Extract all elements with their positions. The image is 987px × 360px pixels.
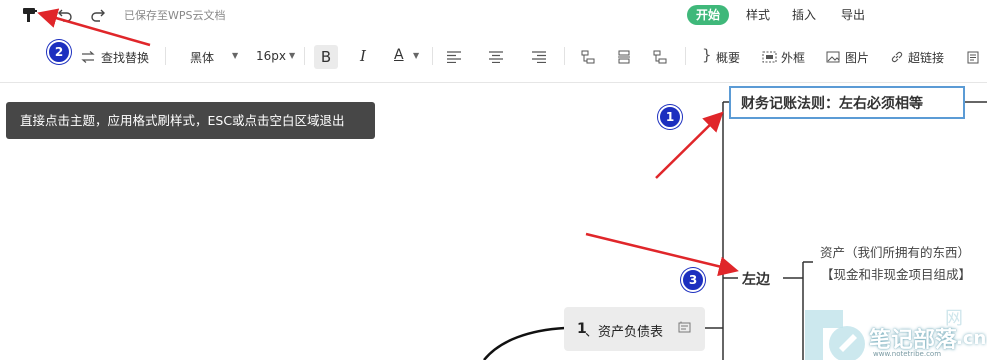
annotation-badge-3: 3 (681, 268, 705, 292)
annotation-badge-2: 2 (47, 40, 71, 64)
annotation-badge-1: 1 (658, 105, 682, 129)
annotation-arrows (37, 8, 739, 277)
arrow-to-left-branch (585, 232, 739, 277)
